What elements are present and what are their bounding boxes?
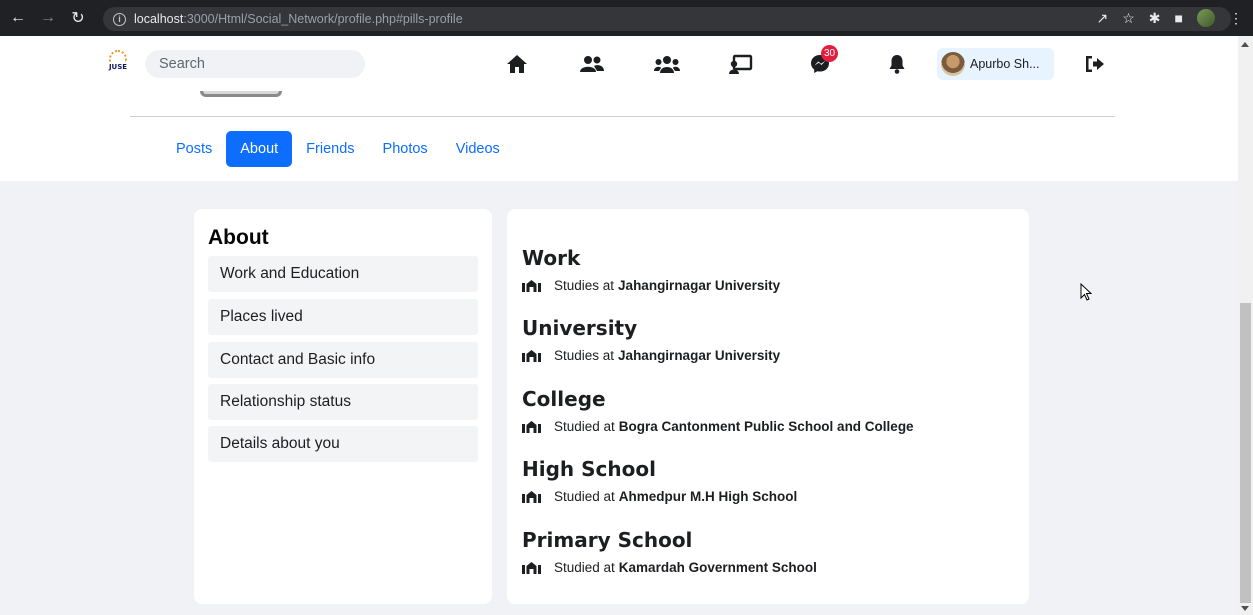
section-heading: Work — [522, 246, 581, 270]
detail-prefix: Studied at — [554, 489, 615, 504]
section-detail: Studies at Jahangirnagar University — [522, 348, 780, 363]
section-detail: Studied at Bogra Cantonment Public School… — [522, 419, 914, 434]
share-icon[interactable]: ↗ — [1097, 10, 1109, 27]
section-detail: Studied at Kamardah Government School — [522, 560, 817, 575]
friends-icon[interactable] — [578, 50, 606, 78]
detail-prefix: Studied at — [554, 560, 615, 575]
back-arrow-icon[interactable]: ← — [6, 6, 30, 30]
scroll-down-arrow-icon[interactable] — [1241, 606, 1249, 611]
watch-icon[interactable] — [727, 50, 755, 78]
divider — [130, 116, 1115, 117]
info-icon[interactable]: i — [113, 12, 126, 26]
about-title: About — [208, 226, 269, 249]
browser-toolbar: ← → ↻ i localhost:3000/Html/Social_Netwo… — [0, 0, 1253, 36]
url-path: :3000/Html/Social_Network/profile.php#pi… — [183, 12, 463, 26]
logout-icon[interactable] — [1081, 50, 1109, 78]
section-detail: Studies at Jahangirnagar University — [522, 278, 780, 293]
profile-tabs: Posts About Friends Photos Videos — [162, 131, 514, 167]
about-item-relationship[interactable]: Relationship status — [208, 384, 478, 420]
detail-place: Jahangirnagar University — [618, 278, 781, 293]
tab-videos[interactable]: Videos — [442, 131, 514, 167]
education-details-card: Work Studies at Jahangirnagar University … — [507, 209, 1029, 604]
profile-button[interactable]: Apurbo Sh... — [937, 48, 1054, 80]
browser-profile-avatar[interactable] — [1197, 9, 1215, 27]
messenger-badge: 30 — [821, 45, 839, 62]
reload-icon[interactable]: ↻ — [66, 6, 90, 30]
home-icon[interactable] — [503, 50, 531, 78]
avatar — [941, 52, 965, 76]
star-icon[interactable]: ☆ — [1122, 10, 1135, 27]
detail-prefix: Studied at — [554, 419, 615, 434]
menu-kebab-icon[interactable]: ⋮ — [1229, 10, 1243, 27]
detail-prefix: Studies at — [554, 278, 615, 293]
about-item-places-lived[interactable]: Places lived — [208, 299, 478, 335]
profile-header: Posts About Friends Photos Videos — [0, 91, 1238, 181]
tab-posts[interactable]: Posts — [162, 131, 226, 167]
scroll-thumb[interactable] — [1240, 303, 1251, 603]
page-scrollbar[interactable] — [1238, 36, 1253, 615]
tab-about[interactable]: About — [226, 131, 293, 167]
school-icon — [522, 349, 541, 362]
search-input[interactable]: Search — [145, 50, 365, 78]
section-detail: Studied at Ahmedpur M.H High School — [522, 489, 797, 504]
user-name: Apurbo Sh... — [970, 57, 1040, 71]
section-heading: College — [522, 387, 606, 411]
site-logo[interactable]: JUSE — [106, 50, 130, 76]
section-heading: High School — [522, 457, 656, 481]
detail-place: Bogra Cantonment Public School and Colle… — [618, 419, 914, 434]
mouse-cursor-icon — [1080, 283, 1092, 301]
extensions-icon[interactable]: ✱ — [1149, 10, 1161, 27]
messenger-icon[interactable]: 30 — [806, 45, 839, 78]
tab-friends[interactable]: Friends — [292, 131, 368, 167]
section-heading: Primary School — [522, 528, 693, 552]
tab-photos[interactable]: Photos — [369, 131, 442, 167]
detail-place: Ahmedpur M.H High School — [618, 489, 798, 504]
section-heading: University — [522, 316, 638, 340]
school-icon — [522, 490, 541, 503]
address-bar[interactable]: i localhost:3000/Html/Social_Network/pro… — [103, 7, 1231, 31]
about-item-work-education[interactable]: Work and Education — [208, 256, 478, 292]
about-item-details[interactable]: Details about you — [208, 426, 478, 462]
about-menu-card: About Work and Education Places lived Co… — [194, 209, 492, 604]
sidepanel-icon[interactable]: ■ — [1175, 10, 1183, 26]
scroll-up-arrow-icon[interactable] — [1241, 42, 1249, 47]
search-placeholder: Search — [159, 56, 205, 72]
browser-actions: ↗ ☆ ✱ ■ ⋮ — [1097, 0, 1243, 36]
school-icon — [522, 279, 541, 292]
forward-arrow-icon[interactable]: → — [36, 6, 60, 30]
app-navbar: JUSE Search 30 Apurbo Sh... — [0, 36, 1238, 91]
groups-icon[interactable] — [653, 50, 681, 78]
profile-picture[interactable] — [200, 91, 282, 97]
detail-place: Kamardah Government School — [618, 560, 817, 575]
detail-place: Jahangirnagar University — [618, 348, 781, 363]
school-icon — [522, 420, 541, 433]
url-host: localhost — [134, 12, 184, 26]
detail-prefix: Studies at — [554, 348, 615, 363]
bell-icon[interactable] — [883, 50, 911, 78]
school-icon — [522, 561, 541, 574]
about-item-contact-info[interactable]: Contact and Basic info — [208, 342, 478, 378]
